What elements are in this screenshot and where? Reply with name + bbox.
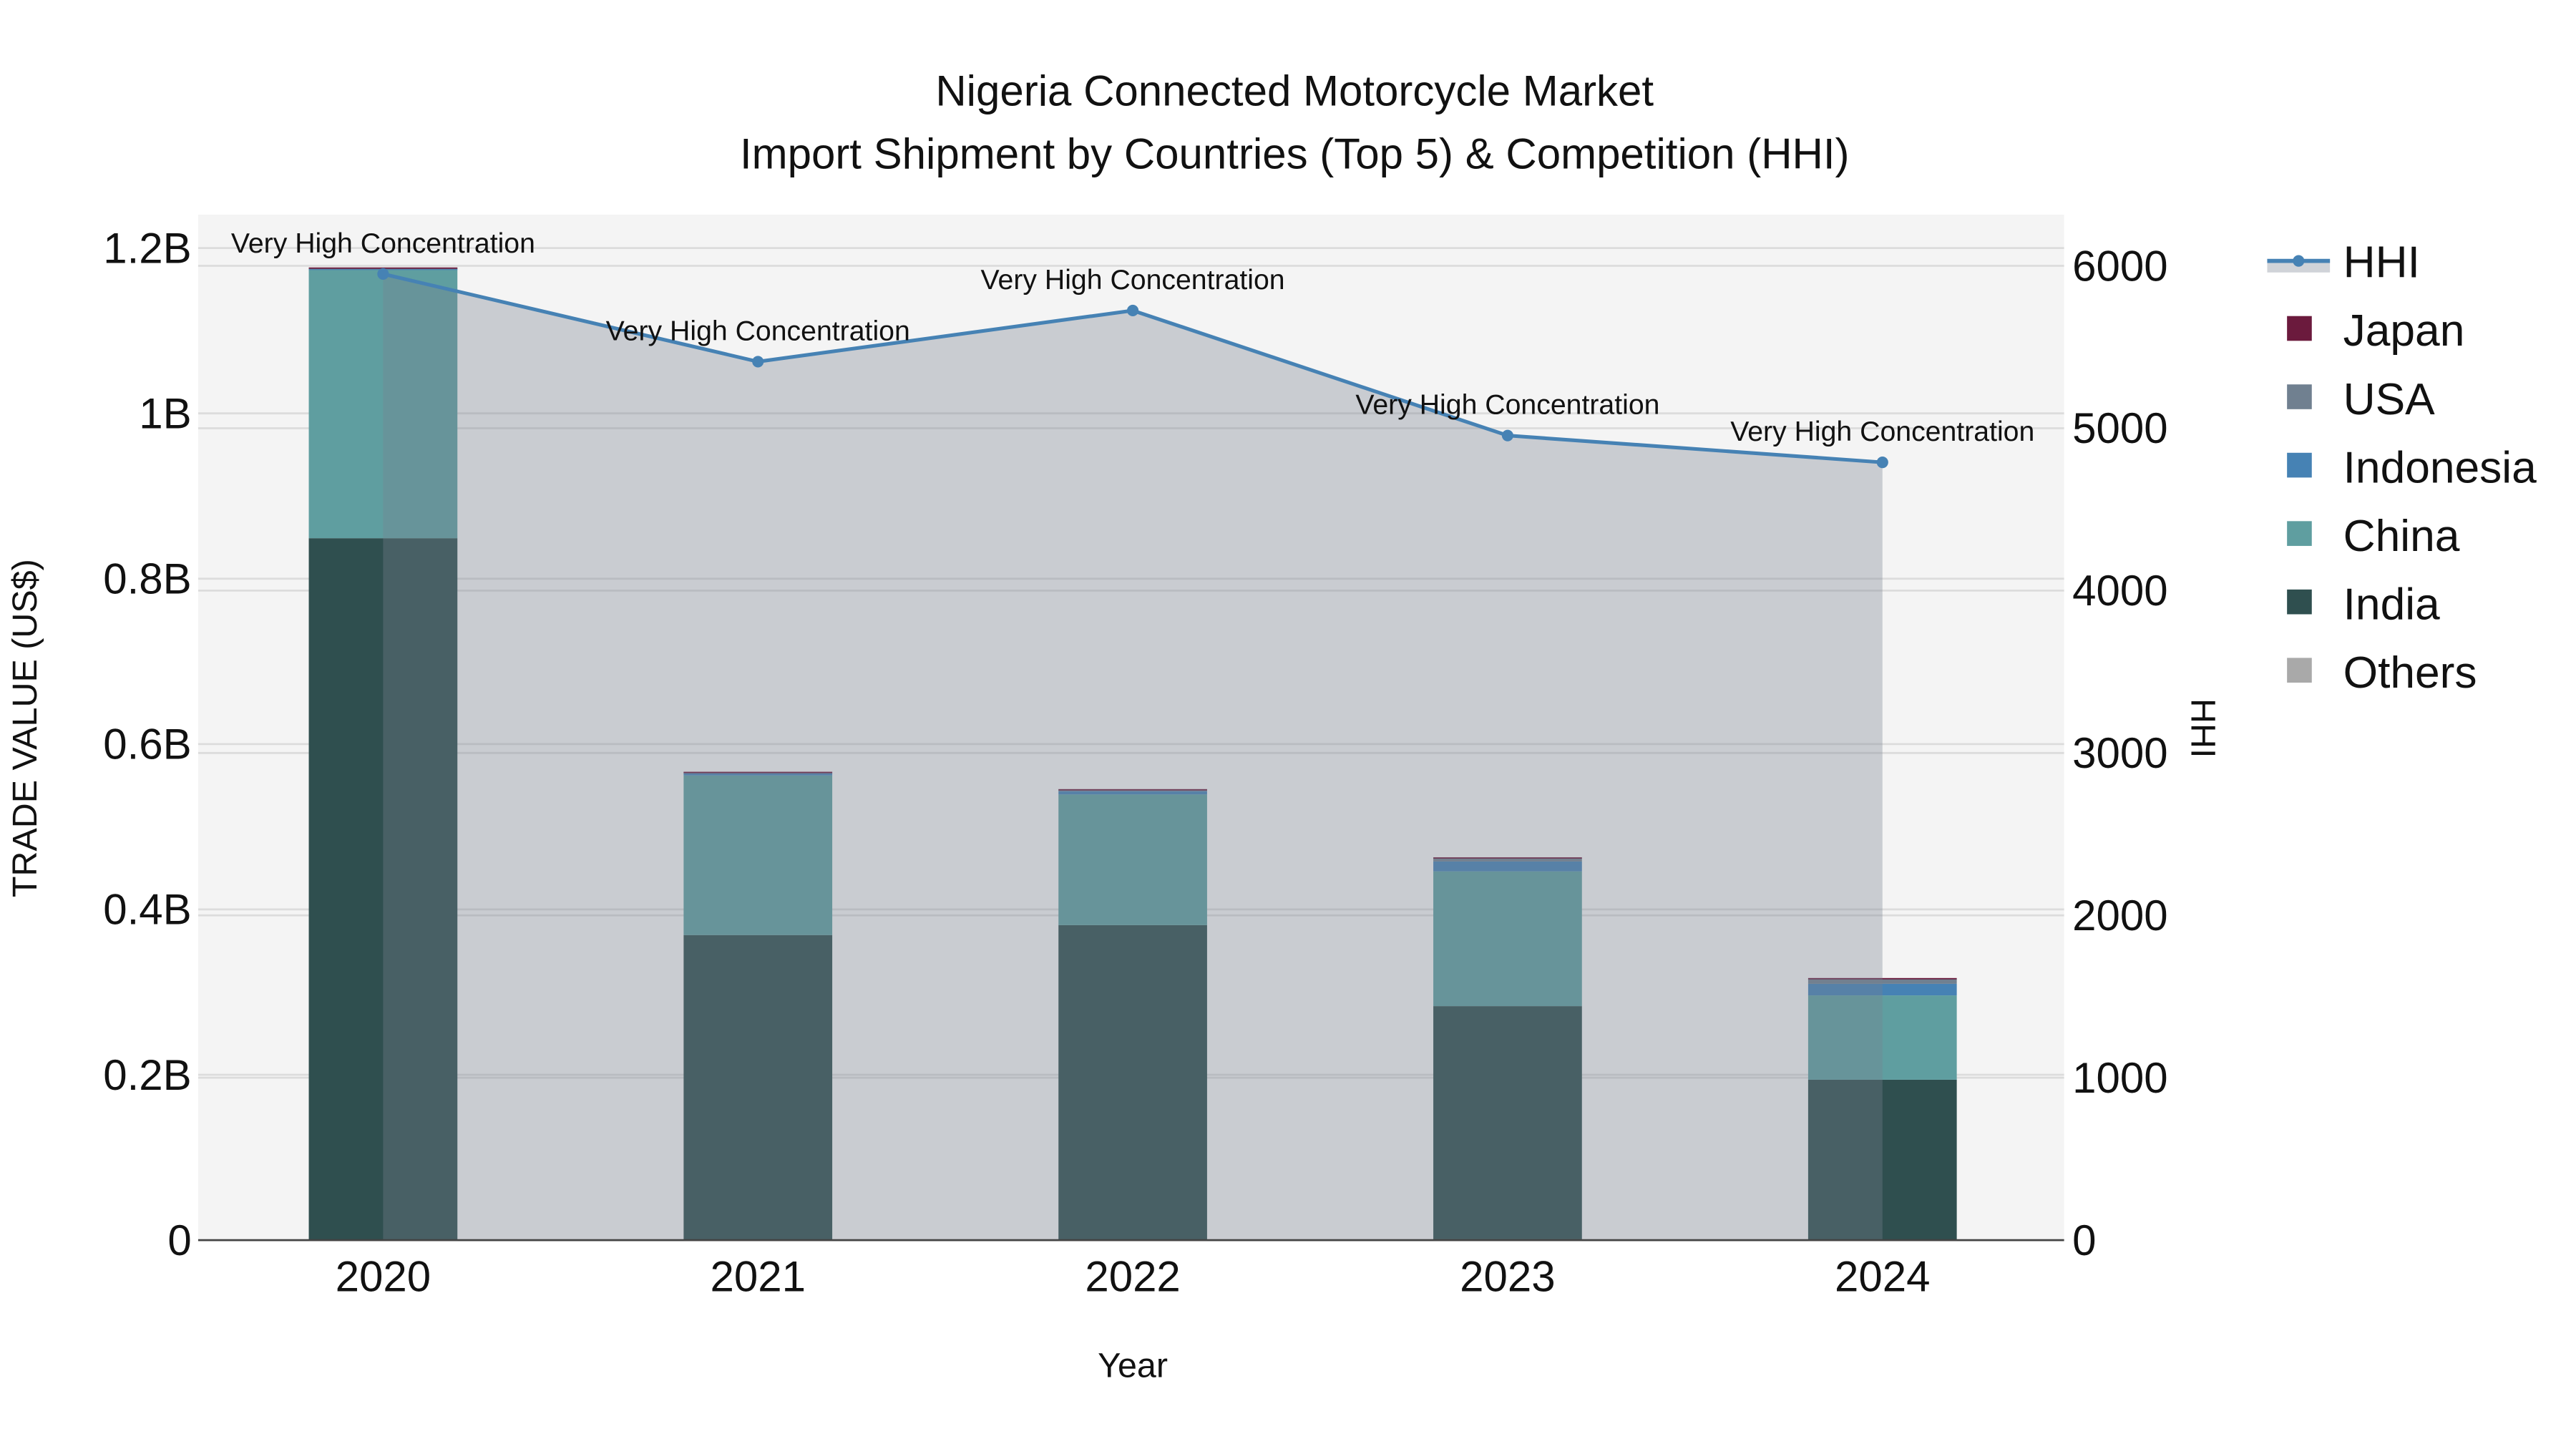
legend-label-others: Others	[2343, 648, 2477, 698]
hhi-annotation: Very High Concentration	[606, 315, 910, 346]
hhi-point-2020	[377, 268, 389, 280]
legend-swatch-china	[2287, 521, 2312, 546]
y-tick-label: 1.2B	[103, 224, 191, 272]
legend-swatch-others	[2287, 658, 2312, 683]
hhi-annotation: Very High Concentration	[1730, 416, 2034, 447]
y2-tick-label: 1000	[2072, 1054, 2167, 1102]
hhi-point-2023	[1501, 429, 1513, 441]
x-tick-label: 2020	[336, 1253, 431, 1301]
y2-tick-label: 5000	[2072, 404, 2167, 452]
y2-tick-label: 6000	[2072, 242, 2167, 290]
chart-title: Nigeria Connected Motorcycle Market	[935, 67, 1654, 115]
x-tick-label: 2023	[1460, 1253, 1555, 1301]
y2-tick-label: 4000	[2072, 567, 2167, 615]
chart-subtitle: Import Shipment by Countries (Top 5) & C…	[740, 130, 1850, 177]
legend-label-hhi: HHI	[2343, 238, 2420, 288]
y2-tick-label: 3000	[2072, 729, 2167, 777]
y-tick-label: 0.4B	[103, 886, 191, 934]
y2-axis-title: HHI	[2183, 698, 2222, 758]
y-tick-label: 1B	[139, 389, 191, 437]
legend-hhi-marker	[2293, 255, 2305, 267]
hhi-point-2021	[752, 356, 764, 368]
y-axis-title: TRADE VALUE (US$)	[6, 559, 44, 897]
legend-label-japan: Japan	[2343, 306, 2465, 356]
legend-swatch-usa	[2287, 384, 2312, 409]
legend-swatch-india	[2287, 589, 2312, 615]
y-tick-label: 0.8B	[103, 555, 191, 603]
hhi-annotation: Very High Concentration	[1355, 389, 1659, 421]
x-axis-title: Year	[1098, 1347, 1168, 1385]
legend-label-usa: USA	[2343, 375, 2436, 424]
y2-tick-label: 2000	[2072, 892, 2167, 940]
hhi-annotation: Very High Concentration	[231, 228, 535, 259]
legend-label-india: India	[2343, 580, 2440, 629]
legend: HHI Japan USA Indonesia China India Others	[2267, 238, 2537, 698]
y-tick-label: 0	[167, 1216, 191, 1264]
y-tick-label: 0.6B	[103, 721, 191, 769]
chart: Nigeria Connected Motorcycle Market Impo…	[6, 67, 2537, 1385]
hhi-point-2022	[1127, 304, 1139, 317]
legend-swatch-japan	[2287, 316, 2312, 341]
x-tick-label: 2022	[1085, 1253, 1180, 1301]
y-tick-label: 0.2B	[103, 1051, 191, 1099]
legend-swatch-indonesia	[2287, 452, 2312, 478]
x-tick-label: 2024	[1835, 1253, 1930, 1301]
legend-label-indonesia: Indonesia	[2343, 443, 2537, 492]
hhi-point-2024	[1876, 457, 1888, 469]
hhi-annotation: Very High Concentration	[981, 264, 1285, 296]
y2-tick-label: 0	[2072, 1216, 2096, 1264]
x-tick-label: 2021	[710, 1253, 805, 1301]
legend-label-china: China	[2343, 512, 2460, 561]
